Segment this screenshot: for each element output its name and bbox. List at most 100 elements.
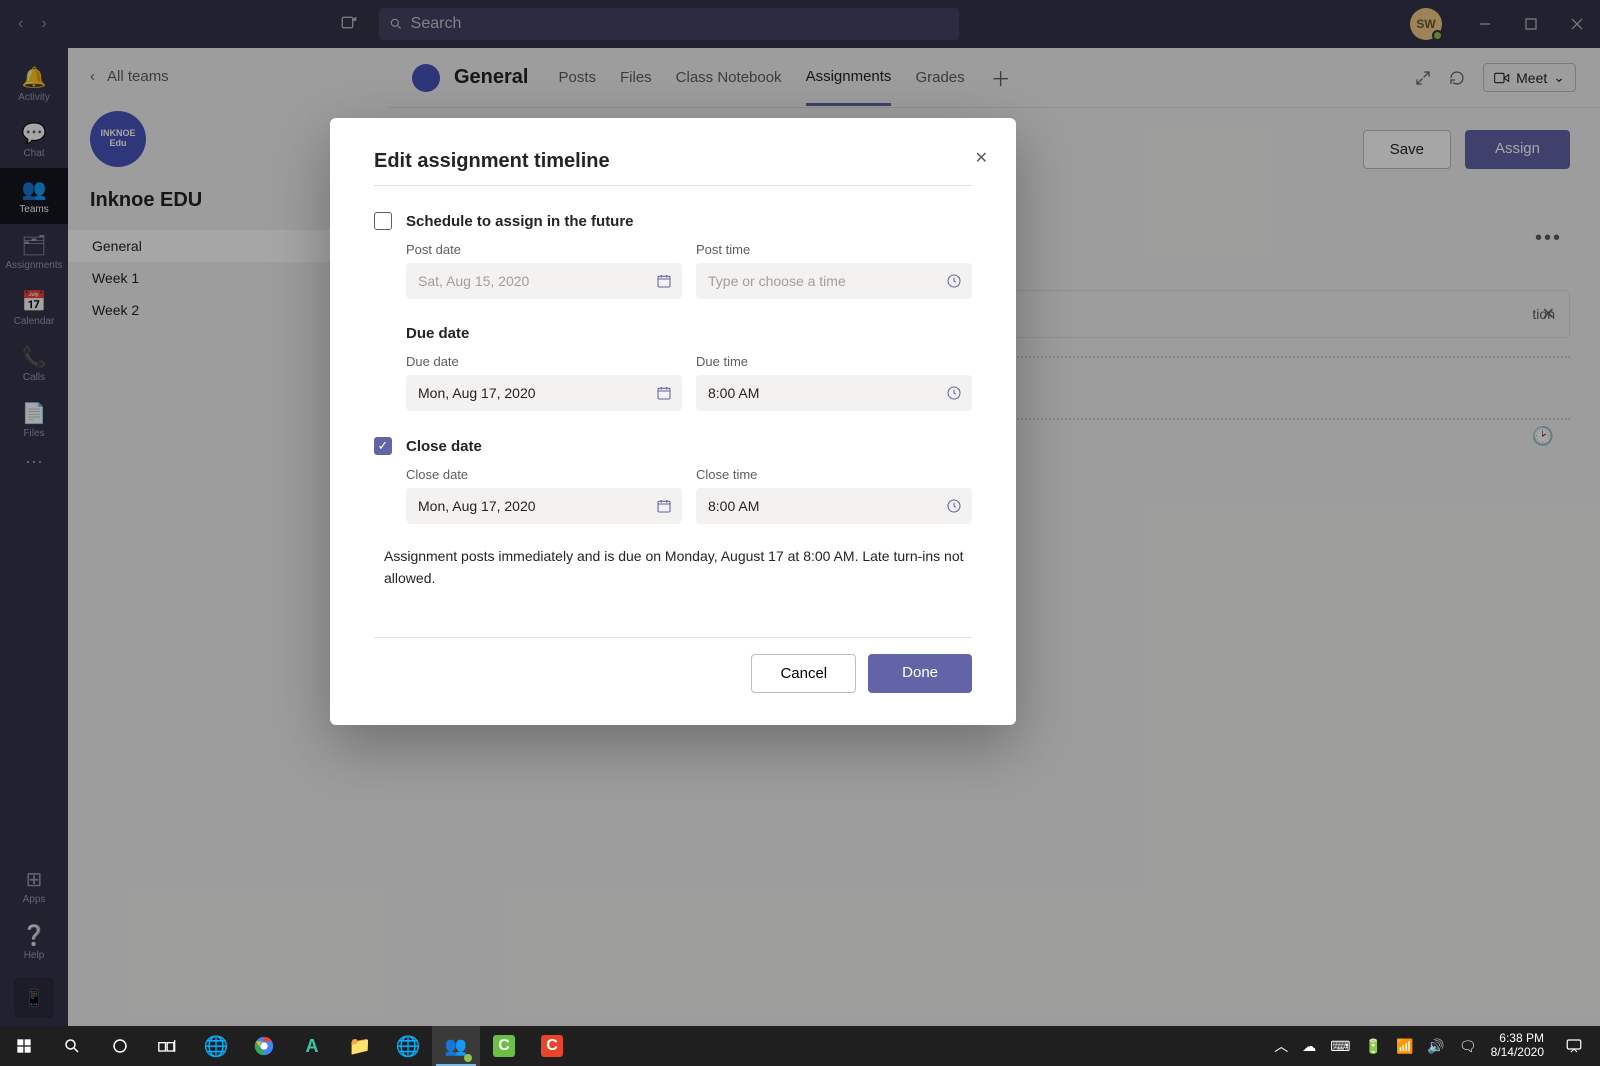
due-section-title: Due date [406, 325, 972, 342]
team-avatar[interactable]: INKNOE Edu [90, 111, 146, 167]
close-date-field-label: Close date [406, 467, 682, 482]
taskbar-snagit[interactable]: C [528, 1026, 576, 1066]
nav-forward-icon[interactable]: › [41, 15, 46, 33]
search-icon [389, 17, 403, 31]
rail-more-icon[interactable]: ⋯ [25, 452, 43, 473]
due-time-input[interactable]: 8:00 AM [696, 375, 972, 411]
search-input[interactable]: Search [379, 8, 959, 40]
window-maximize-icon[interactable] [1508, 0, 1554, 48]
window-close-icon[interactable] [1554, 0, 1600, 48]
modal-close-icon[interactable]: ✕ [975, 148, 988, 168]
calendar-icon [656, 273, 672, 289]
cancel-button[interactable]: Cancel [751, 654, 856, 693]
more-options-icon[interactable]: ••• [1535, 227, 1562, 250]
apps-icon: ⊞ [26, 867, 43, 892]
save-button[interactable]: Save [1363, 130, 1451, 169]
back-all-teams[interactable]: ‹ All teams [68, 68, 388, 85]
close-time-field-label: Close time [696, 467, 972, 482]
tab-team-avatar [412, 64, 440, 92]
tray-volume-icon[interactable]: 🔊 [1427, 1038, 1444, 1055]
bell-icon: 🔔 [22, 65, 47, 90]
nav-back-icon[interactable]: ‹ [18, 15, 23, 33]
titlebar: ‹ › Search SW [0, 0, 1600, 48]
taskbar-app-a[interactable]: A [288, 1026, 336, 1066]
tab-grades[interactable]: Grades [915, 51, 964, 104]
rail-calendar[interactable]: 📅 Calendar [0, 280, 68, 336]
tray-wifi-icon[interactable]: 📶 [1396, 1038, 1413, 1055]
calendar-icon: 📅 [22, 289, 47, 314]
add-tab-icon[interactable]: ＋ [991, 63, 1011, 92]
expand-icon[interactable] [1415, 70, 1431, 86]
tab-assignments[interactable]: Assignments [806, 50, 892, 106]
task-view-icon[interactable] [144, 1026, 192, 1066]
modal-divider [374, 637, 972, 638]
tray-onedrive-icon[interactable]: ☁ [1302, 1038, 1316, 1055]
presence-available-icon [1432, 30, 1443, 41]
tray-chevron-icon[interactable]: ︿ [1274, 1036, 1288, 1056]
tray-input-icon[interactable]: ⌨ [1330, 1038, 1350, 1055]
tray-clock[interactable]: 6:38 PM 8/14/2020 [1491, 1032, 1544, 1060]
calendar-icon [656, 498, 672, 514]
tab-files[interactable]: Files [620, 51, 652, 104]
rail-help[interactable]: ❔ Help [0, 914, 68, 970]
chevron-down-icon: ⌄ [1553, 69, 1565, 86]
taskbar-teams[interactable]: 👥 [432, 1026, 480, 1066]
tray-feedback-icon[interactable]: 🗨 [1459, 1038, 1477, 1055]
post-date-label: Post date [406, 242, 682, 257]
taskbar-edge2[interactable]: 🌐 [384, 1026, 432, 1066]
row-close-icon[interactable]: ✕ [1542, 304, 1555, 324]
post-time-input[interactable]: Type or choose a time [696, 263, 972, 299]
rail-files[interactable]: 📄 Files [0, 392, 68, 448]
history-icon[interactable]: 🕑 [1532, 426, 1554, 447]
reload-icon[interactable] [1449, 70, 1465, 86]
phone-icon: 📞 [22, 345, 47, 370]
post-time-label: Post time [696, 242, 972, 257]
assignments-icon: 🗂 [21, 233, 46, 258]
tab-class-notebook[interactable]: Class Notebook [676, 51, 782, 104]
tray-battery-icon[interactable]: 🔋 [1365, 1038, 1382, 1055]
windows-taskbar: 🌐 A 📁 🌐 👥 C C ︿ ☁ ⌨ 🔋 📶 🔊 🗨 6:38 PM 8/14… [0, 1026, 1600, 1066]
timeline-summary: Assignment posts immediately and is due … [384, 546, 972, 589]
rail-teams[interactable]: 👥 Teams [0, 168, 68, 224]
search-taskbar-icon[interactable] [48, 1026, 96, 1066]
close-date-checkbox[interactable]: ✓ [374, 437, 392, 455]
done-button[interactable]: Done [868, 654, 972, 693]
chevron-left-icon: ‹ [90, 68, 95, 85]
rail-activity[interactable]: 🔔 Activity [0, 56, 68, 112]
schedule-label: Schedule to assign in the future [406, 213, 634, 230]
close-date-input[interactable]: Mon, Aug 17, 2020 [406, 488, 682, 524]
video-icon [1494, 72, 1510, 84]
calendar-icon [656, 385, 672, 401]
cortana-icon[interactable] [96, 1026, 144, 1066]
taskbar-camtasia[interactable]: C [480, 1026, 528, 1066]
edit-timeline-modal: Edit assignment timeline ✕ Schedule to a… [330, 118, 1016, 725]
meet-button[interactable]: Meet ⌄ [1483, 63, 1576, 92]
close-time-input[interactable]: 8:00 AM [696, 488, 972, 524]
clock-icon [946, 498, 962, 514]
window-minimize-icon[interactable] [1462, 0, 1508, 48]
taskbar-edge[interactable]: 🌐 [192, 1026, 240, 1066]
taskbar-explorer[interactable]: 📁 [336, 1026, 384, 1066]
due-date-input[interactable]: Mon, Aug 17, 2020 [406, 375, 682, 411]
rail-apps[interactable]: ⊞ Apps [0, 858, 68, 914]
tab-bar: General Posts Files Class Notebook Assig… [388, 48, 1600, 108]
rail-assignments[interactable]: 🗂 Assignments [0, 224, 68, 280]
due-date-label: Due date [406, 354, 682, 369]
taskbar-chrome[interactable] [240, 1026, 288, 1066]
rail-calls[interactable]: 📞 Calls [0, 336, 68, 392]
teams-icon: 👥 [22, 177, 47, 202]
schedule-checkbox[interactable] [374, 212, 392, 230]
tab-posts[interactable]: Posts [558, 51, 596, 104]
user-avatar[interactable]: SW [1410, 8, 1442, 40]
action-center-icon[interactable] [1558, 1026, 1590, 1066]
clock-icon [946, 273, 962, 289]
assign-button[interactable]: Assign [1465, 130, 1570, 169]
rail-chat[interactable]: 💬 Chat [0, 112, 68, 168]
channel-title: General [454, 66, 528, 89]
post-date-input[interactable]: Sat, Aug 15, 2020 [406, 263, 682, 299]
rail-device-icon[interactable]: 📱 [14, 978, 54, 1018]
compose-icon[interactable] [337, 12, 361, 36]
start-button[interactable] [0, 1026, 48, 1066]
search-placeholder: Search [411, 15, 462, 33]
modal-title: Edit assignment timeline [374, 150, 972, 186]
